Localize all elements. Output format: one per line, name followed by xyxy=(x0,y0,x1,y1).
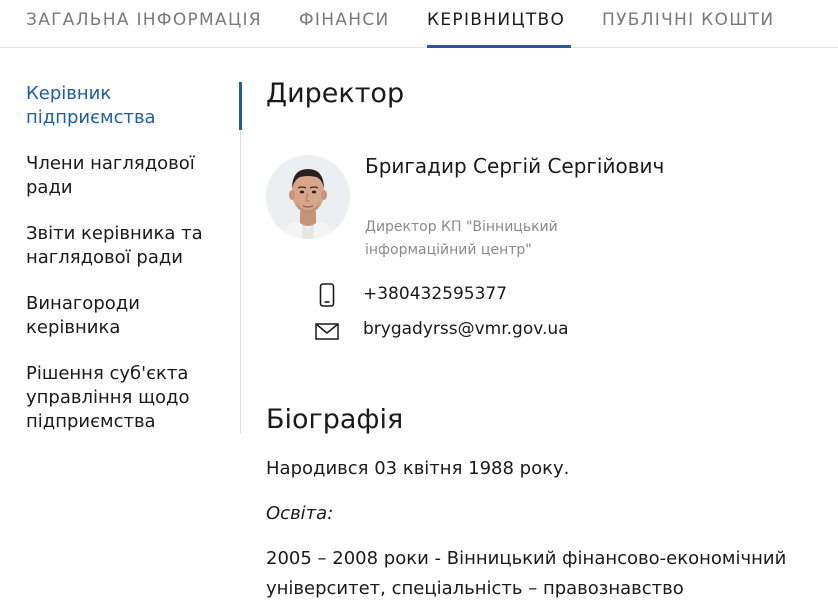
sidebar-item-rewards[interactable]: Винагороди керівника xyxy=(26,292,231,340)
director-heading: Директор xyxy=(266,78,405,109)
sidebar-item-decisions[interactable]: Рішення суб'єкта управління щодо підприє… xyxy=(26,362,231,434)
biography-education-label: Освіта: xyxy=(266,503,334,524)
sidenav-active-indicator xyxy=(239,82,242,130)
sidebar-item-supervisory-board[interactable]: Члени наглядової ради xyxy=(26,152,231,200)
sidebar-item-reports[interactable]: Звіти керівника та наглядової ради xyxy=(26,222,231,270)
tab-management[interactable]: КЕРІВНИЦТВО xyxy=(427,10,565,30)
email-link[interactable]: brygadyrss@vmr.gov.ua xyxy=(363,319,569,339)
biography-heading: Біографія xyxy=(266,404,404,435)
biography-birth: Народився 03 квітня 1988 року. xyxy=(266,458,570,479)
director-name: Бригадир Сергій Сергійович xyxy=(365,154,665,178)
envelope-icon xyxy=(312,318,342,344)
director-role: Директор КП "Вінницький інформаційний це… xyxy=(365,219,558,258)
tab-bar: ЗАГАЛЬНА ІНФОРМАЦІЯ ФІНАНСИ КЕРІВНИЦТВО … xyxy=(0,0,838,48)
tab-general-info[interactable]: ЗАГАЛЬНА ІНФОРМАЦІЯ xyxy=(26,10,262,30)
tab-finance[interactable]: ФІНАНСИ xyxy=(299,10,390,30)
biography-education-item: 2005 – 2008 роки - Вінницький фінансово-… xyxy=(266,548,787,599)
sidenav-divider xyxy=(240,82,241,434)
phone-link[interactable]: +380432595377 xyxy=(363,284,507,304)
director-portrait xyxy=(266,155,350,239)
sidebar-item-head[interactable]: Керівник підприємства xyxy=(26,82,231,130)
phone-icon xyxy=(312,282,342,308)
avatar xyxy=(266,155,350,239)
active-tab-indicator xyxy=(427,45,571,48)
tab-public-funds[interactable]: ПУБЛІЧНІ КОШТИ xyxy=(602,10,774,30)
